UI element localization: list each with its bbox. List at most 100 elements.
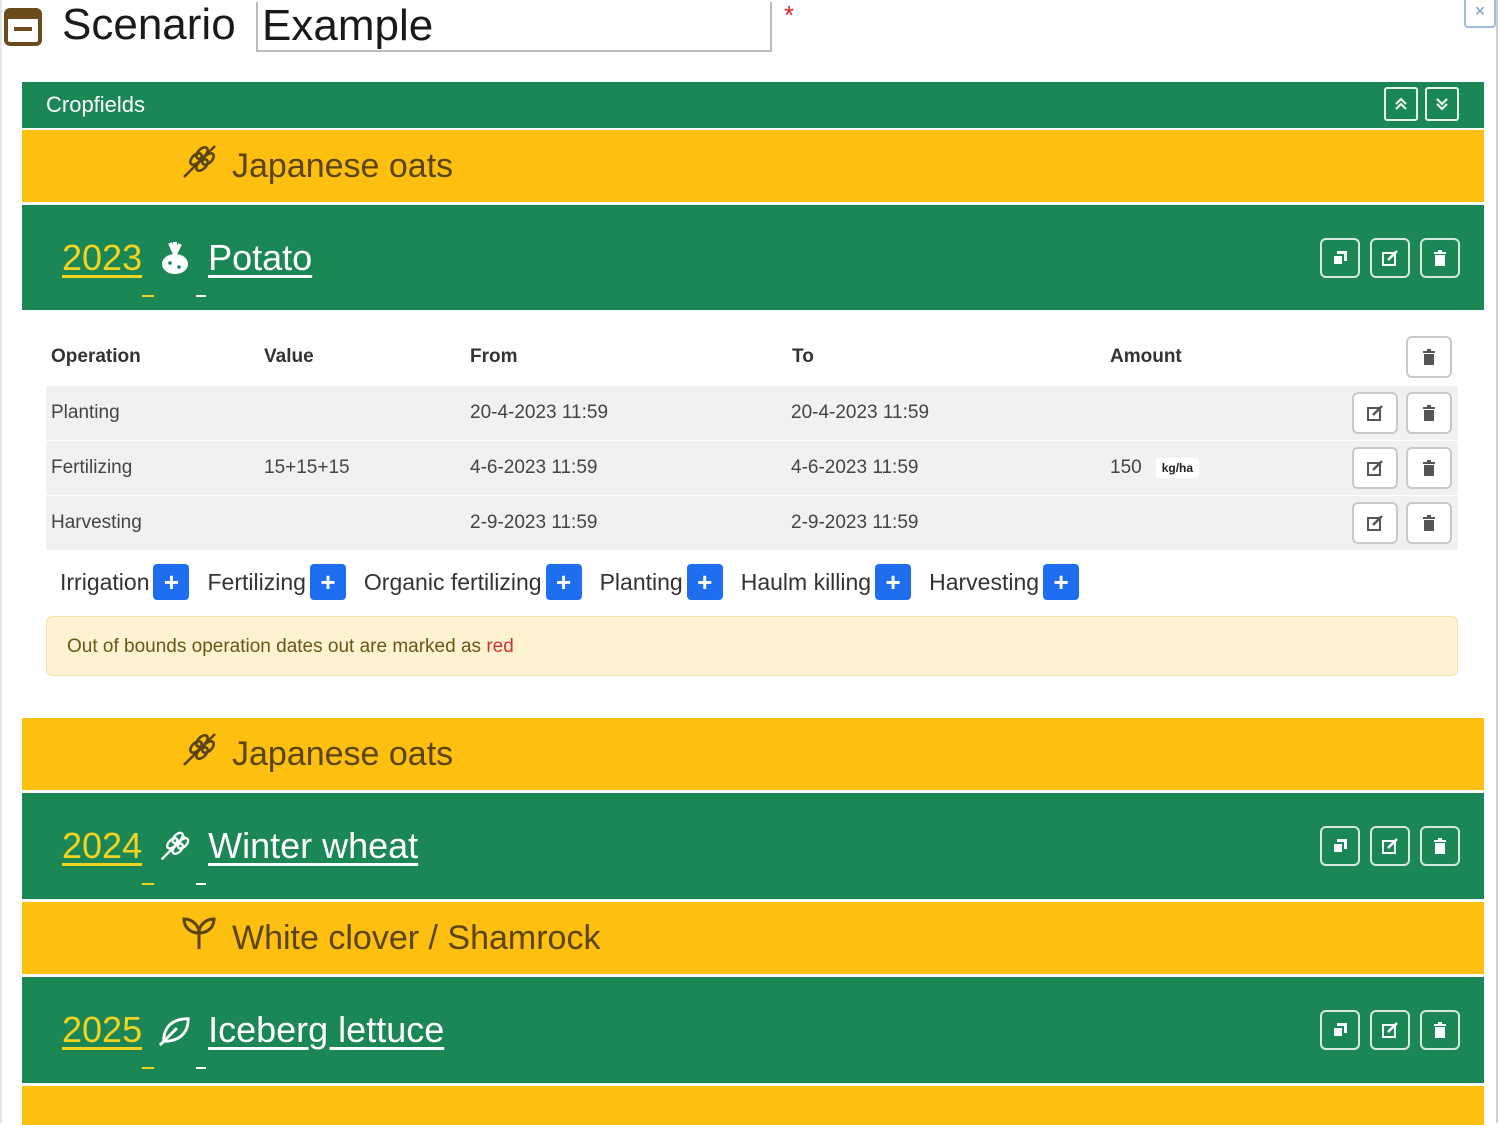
catch-crop-name: Japanese oats: [232, 146, 454, 185]
link-underline: [142, 1066, 155, 1069]
scenario-name-input[interactable]: [256, 2, 772, 52]
trash-icon: [1434, 1022, 1446, 1038]
link-underline: [196, 295, 207, 297]
catch-crop-name: White clover / Shamrock: [232, 918, 601, 957]
catch-crop-row[interactable]: Japanese oats: [22, 718, 1484, 790]
delete-button[interactable]: [1420, 1010, 1460, 1050]
delete-operation-button[interactable]: [1406, 392, 1452, 434]
catch-crop-row[interactable]: Japanese oats: [22, 130, 1484, 202]
edit-operation-button[interactable]: [1352, 502, 1398, 544]
delete-operation-button[interactable]: [1406, 502, 1452, 544]
chevron-double-up-icon: [1395, 97, 1407, 110]
required-asterisk: *: [784, 0, 795, 30]
duplicate-button[interactable]: [1320, 238, 1360, 278]
operations-section: Operation Value From To Amount Planting …: [22, 310, 1484, 718]
edit-button[interactable]: [1370, 826, 1410, 866]
delete-button[interactable]: [1420, 238, 1460, 278]
add-haulm-killing[interactable]: Haulm killing +: [741, 564, 912, 600]
col-header-to: To: [792, 346, 814, 367]
plus-icon[interactable]: +: [545, 564, 582, 600]
trash-icon: [1434, 250, 1446, 266]
cell-from: 2-9-2023 11:59: [470, 512, 598, 533]
edit-icon: [1382, 838, 1398, 854]
col-header-amount: Amount: [1110, 346, 1182, 367]
cell-from: 20-4-2023 11:59: [470, 402, 609, 423]
col-header-value: Value: [264, 346, 314, 367]
cell-to: 4-6-2023 11:59: [791, 457, 919, 478]
copy-icon: [1332, 251, 1347, 266]
cell-operation: Planting: [51, 402, 120, 423]
scenario-label: Scenario: [62, 0, 236, 49]
expand-all-button[interactable]: [1425, 87, 1459, 121]
edit-icon: [1367, 515, 1383, 531]
crop-year-link[interactable]: 2024: [62, 825, 142, 867]
edit-icon: [1382, 1022, 1398, 1038]
trash-icon: [1423, 460, 1435, 476]
cell-to: 2-9-2023 11:59: [791, 512, 919, 533]
collapse-all-button[interactable]: [1384, 87, 1418, 121]
unit-badge: kg/ha: [1155, 457, 1200, 478]
scenario-header: Scenario * ×: [0, 0, 1500, 70]
plus-icon[interactable]: +: [686, 564, 723, 600]
out-of-bounds-alert: Out of bounds operation dates out are ma…: [46, 616, 1458, 676]
plus-icon[interactable]: +: [1043, 564, 1080, 600]
trash-icon: [1423, 515, 1435, 531]
table-row: Harvesting 2-9-2023 11:59 2-9-2023 11:59: [46, 496, 1458, 550]
edit-icon: [1367, 405, 1383, 421]
trash-icon: [1434, 838, 1446, 854]
catch-crop-row[interactable]: [22, 1086, 1484, 1125]
cropfields-panel-header: Cropfields: [22, 82, 1484, 128]
catch-crop-name: Japanese oats: [232, 734, 454, 773]
wheat-icon: [180, 731, 218, 778]
link-underline: [142, 882, 155, 885]
chevron-double-down-icon: [1436, 98, 1448, 111]
plus-icon[interactable]: +: [875, 564, 912, 600]
add-irrigation[interactable]: Irrigation +: [60, 564, 190, 600]
col-header-operation: Operation: [51, 346, 141, 367]
duplicate-button[interactable]: [1320, 826, 1360, 866]
cell-operation: Harvesting: [51, 512, 142, 533]
crop-name-link[interactable]: Potato: [208, 237, 312, 279]
copy-icon: [1332, 1023, 1347, 1038]
edit-button[interactable]: [1370, 1010, 1410, 1050]
link-underline: [142, 294, 155, 297]
crop-name-link[interactable]: Iceberg lettuce: [208, 1009, 444, 1051]
crop-year-link[interactable]: 2023: [62, 237, 142, 279]
cell-operation: Fertilizing: [51, 457, 133, 478]
cell-amount: 150 kg/ha: [1110, 441, 1200, 495]
cell-value: 15+15+15: [264, 457, 350, 478]
delete-operation-button[interactable]: [1406, 447, 1452, 489]
main-crop-row: 2023 Potato: [22, 205, 1484, 311]
delete-button[interactable]: [1420, 826, 1460, 866]
crop-year-link[interactable]: 2025: [62, 1009, 142, 1051]
plus-icon[interactable]: +: [309, 564, 346, 600]
add-organic-fertilizing[interactable]: Organic fertilizing +: [364, 564, 582, 600]
wheat-icon: [180, 143, 218, 190]
duplicate-button[interactable]: [1320, 1010, 1360, 1050]
close-button[interactable]: ×: [1464, 0, 1496, 28]
edit-button[interactable]: [1370, 238, 1410, 278]
add-label: Harvesting: [929, 568, 1040, 595]
main-crop-row: 2024 Winter wheat: [22, 793, 1484, 899]
table-row: Planting 20-4-2023 11:59 20-4-2023 11:59: [46, 386, 1458, 440]
col-header-from: From: [470, 346, 518, 367]
add-harvesting[interactable]: Harvesting +: [929, 564, 1080, 600]
crop-name-link[interactable]: Winter wheat: [208, 825, 418, 867]
catch-crop-row[interactable]: White clover / Shamrock: [22, 902, 1484, 974]
add-label: Fertilizing: [207, 568, 306, 595]
add-label: Irrigation: [60, 568, 150, 595]
add-operation-bar: Irrigation + Fertilizing + Organic fertili…: [60, 564, 1080, 600]
add-fertilizing[interactable]: Fertilizing +: [207, 564, 346, 600]
edit-icon: [1382, 250, 1398, 266]
table-row: Fertilizing 15+15+15 4-6-2023 11:59 4-6-…: [46, 441, 1458, 495]
delete-all-operations-button[interactable]: [1406, 336, 1452, 378]
edit-operation-button[interactable]: [1352, 447, 1398, 489]
plus-icon[interactable]: +: [153, 564, 190, 600]
calendar-icon: [4, 4, 42, 46]
add-planting[interactable]: Planting +: [600, 564, 723, 600]
link-underline: [196, 883, 207, 885]
edit-operation-button[interactable]: [1352, 392, 1398, 434]
edit-icon: [1367, 460, 1383, 476]
alert-text: Out of bounds operation dates out are ma…: [67, 636, 487, 657]
seedling-icon: [180, 915, 218, 962]
